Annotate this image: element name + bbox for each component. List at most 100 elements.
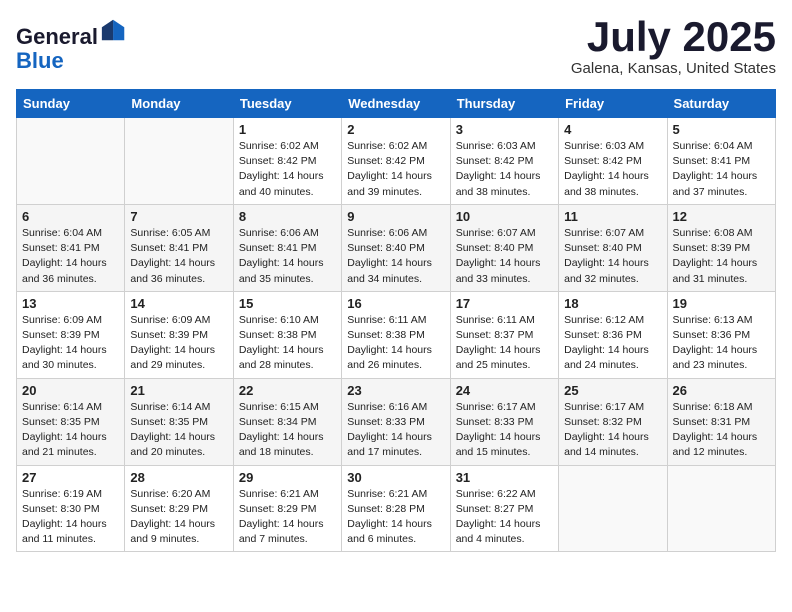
calendar-cell: 30 Sunrise: 6:21 AM Sunset: 8:28 PM Dayli… [342, 465, 450, 552]
calendar-header-row: SundayMondayTuesdayWednesdayThursdayFrid… [17, 90, 776, 118]
calendar-week-row: 1 Sunrise: 6:02 AM Sunset: 8:42 PM Daylig… [17, 118, 776, 205]
day-number: 13 [22, 296, 119, 311]
day-info: Sunrise: 6:17 AM Sunset: 8:32 PM Dayligh… [564, 400, 661, 461]
day-number: 18 [564, 296, 661, 311]
calendar-week-row: 6 Sunrise: 6:04 AM Sunset: 8:41 PM Daylig… [17, 204, 776, 291]
day-number: 3 [456, 122, 553, 137]
day-info: Sunrise: 6:21 AM Sunset: 8:29 PM Dayligh… [239, 487, 336, 548]
day-info: Sunrise: 6:15 AM Sunset: 8:34 PM Dayligh… [239, 400, 336, 461]
day-info: Sunrise: 6:10 AM Sunset: 8:38 PM Dayligh… [239, 313, 336, 374]
day-number: 24 [456, 383, 553, 398]
calendar-cell: 12Sunrise: 6:08 AM Sunset: 8:39 PM Dayli… [667, 204, 775, 291]
calendar-cell: 7Sunrise: 6:05 AM Sunset: 8:41 PM Daylig… [125, 204, 233, 291]
calendar-cell [667, 465, 775, 552]
weekday-header: Saturday [667, 90, 775, 118]
day-info: Sunrise: 6:06 AM Sunset: 8:40 PM Dayligh… [347, 226, 444, 287]
weekday-header: Thursday [450, 90, 558, 118]
day-number: 6 [22, 209, 119, 224]
logo-general: General [16, 24, 98, 49]
calendar-cell [559, 465, 667, 552]
day-info: Sunrise: 6:07 AM Sunset: 8:40 PM Dayligh… [456, 226, 553, 287]
day-info: Sunrise: 6:03 AM Sunset: 8:42 PM Dayligh… [564, 139, 661, 200]
day-info: Sunrise: 6:14 AM Sunset: 8:35 PM Dayligh… [22, 400, 119, 461]
day-number: 30 [347, 470, 444, 485]
calendar-cell: 16 Sunrise: 6:11 AM Sunset: 8:38 PM Dayli… [342, 291, 450, 378]
weekday-header: Monday [125, 90, 233, 118]
day-number: 12 [673, 209, 770, 224]
day-number: 8 [239, 209, 336, 224]
day-info: Sunrise: 6:20 AM Sunset: 8:29 PM Dayligh… [130, 487, 227, 548]
day-info: Sunrise: 6:17 AM Sunset: 8:33 PM Dayligh… [456, 400, 553, 461]
calendar-cell: 26 Sunrise: 6:18 AM Sunset: 8:31 PM Dayli… [667, 378, 775, 465]
day-info: Sunrise: 6:04 AM Sunset: 8:41 PM Dayligh… [22, 226, 119, 287]
day-number: 26 [673, 383, 770, 398]
logo: General Blue [16, 16, 128, 73]
logo-icon [100, 16, 128, 44]
calendar-cell: 6 Sunrise: 6:04 AM Sunset: 8:41 PM Daylig… [17, 204, 125, 291]
weekday-header: Wednesday [342, 90, 450, 118]
day-number: 2 [347, 122, 444, 137]
day-number: 25 [564, 383, 661, 398]
calendar-week-row: 13 Sunrise: 6:09 AM Sunset: 8:39 PM Dayli… [17, 291, 776, 378]
day-info: Sunrise: 6:09 AM Sunset: 8:39 PM Dayligh… [22, 313, 119, 374]
day-info: Sunrise: 6:11 AM Sunset: 8:38 PM Dayligh… [347, 313, 444, 374]
weekday-header: Sunday [17, 90, 125, 118]
day-info: Sunrise: 6:09 AM Sunset: 8:39 PM Dayligh… [130, 313, 227, 374]
day-number: 1 [239, 122, 336, 137]
day-number: 4 [564, 122, 661, 137]
day-info: Sunrise: 6:07 AM Sunset: 8:40 PM Dayligh… [564, 226, 661, 287]
calendar-cell: 11 Sunrise: 6:07 AM Sunset: 8:40 PM Dayli… [559, 204, 667, 291]
day-number: 28 [130, 470, 227, 485]
day-info: Sunrise: 6:19 AM Sunset: 8:30 PM Dayligh… [22, 487, 119, 548]
calendar-cell: 29 Sunrise: 6:21 AM Sunset: 8:29 PM Dayli… [233, 465, 341, 552]
calendar-cell: 21Sunrise: 6:14 AM Sunset: 8:35 PM Dayli… [125, 378, 233, 465]
day-number: 20 [22, 383, 119, 398]
calendar-cell: 17Sunrise: 6:11 AM Sunset: 8:37 PM Dayli… [450, 291, 558, 378]
calendar-table: SundayMondayTuesdayWednesdayThursdayFrid… [16, 89, 776, 552]
calendar-cell: 3 Sunrise: 6:03 AM Sunset: 8:42 PM Daylig… [450, 118, 558, 205]
day-number: 9 [347, 209, 444, 224]
day-number: 31 [456, 470, 553, 485]
calendar-cell: 24 Sunrise: 6:17 AM Sunset: 8:33 PM Dayli… [450, 378, 558, 465]
day-info: Sunrise: 6:18 AM Sunset: 8:31 PM Dayligh… [673, 400, 770, 461]
calendar-cell [125, 118, 233, 205]
day-info: Sunrise: 6:14 AM Sunset: 8:35 PM Dayligh… [130, 400, 227, 461]
calendar-cell: 31Sunrise: 6:22 AM Sunset: 8:27 PM Dayli… [450, 465, 558, 552]
day-number: 19 [673, 296, 770, 311]
page-header: General Blue July 2025 Galena, Kansas, U… [16, 16, 776, 77]
day-info: Sunrise: 6:13 AM Sunset: 8:36 PM Dayligh… [673, 313, 770, 374]
day-info: Sunrise: 6:03 AM Sunset: 8:42 PM Dayligh… [456, 139, 553, 200]
day-info: Sunrise: 6:16 AM Sunset: 8:33 PM Dayligh… [347, 400, 444, 461]
calendar-cell: 20 Sunrise: 6:14 AM Sunset: 8:35 PM Dayli… [17, 378, 125, 465]
calendar-cell [17, 118, 125, 205]
day-number: 23 [347, 383, 444, 398]
weekday-header: Tuesday [233, 90, 341, 118]
calendar-cell: 4 Sunrise: 6:03 AM Sunset: 8:42 PM Daylig… [559, 118, 667, 205]
calendar-cell: 10 Sunrise: 6:07 AM Sunset: 8:40 PM Dayli… [450, 204, 558, 291]
day-number: 11 [564, 209, 661, 224]
day-info: Sunrise: 6:05 AM Sunset: 8:41 PM Dayligh… [130, 226, 227, 287]
calendar-cell: 5Sunrise: 6:04 AM Sunset: 8:41 PM Daylig… [667, 118, 775, 205]
day-number: 10 [456, 209, 553, 224]
calendar-cell: 15 Sunrise: 6:10 AM Sunset: 8:38 PM Dayli… [233, 291, 341, 378]
calendar-cell: 1 Sunrise: 6:02 AM Sunset: 8:42 PM Daylig… [233, 118, 341, 205]
calendar-week-row: 20 Sunrise: 6:14 AM Sunset: 8:35 PM Dayli… [17, 378, 776, 465]
day-number: 29 [239, 470, 336, 485]
calendar-cell: 13 Sunrise: 6:09 AM Sunset: 8:39 PM Dayli… [17, 291, 125, 378]
day-number: 27 [22, 470, 119, 485]
calendar-cell: 22 Sunrise: 6:15 AM Sunset: 8:34 PM Dayli… [233, 378, 341, 465]
title-block: July 2025 Galena, Kansas, United States [571, 16, 776, 77]
calendar-cell: 9 Sunrise: 6:06 AM Sunset: 8:40 PM Daylig… [342, 204, 450, 291]
day-number: 15 [239, 296, 336, 311]
month-title: July 2025 [571, 16, 776, 58]
calendar-cell: 28 Sunrise: 6:20 AM Sunset: 8:29 PM Dayli… [125, 465, 233, 552]
calendar-week-row: 27 Sunrise: 6:19 AM Sunset: 8:30 PM Dayli… [17, 465, 776, 552]
day-info: Sunrise: 6:21 AM Sunset: 8:28 PM Dayligh… [347, 487, 444, 548]
day-info: Sunrise: 6:04 AM Sunset: 8:41 PM Dayligh… [673, 139, 770, 200]
day-number: 16 [347, 296, 444, 311]
day-info: Sunrise: 6:12 AM Sunset: 8:36 PM Dayligh… [564, 313, 661, 374]
day-number: 14 [130, 296, 227, 311]
day-number: 22 [239, 383, 336, 398]
day-info: Sunrise: 6:02 AM Sunset: 8:42 PM Dayligh… [239, 139, 336, 200]
calendar-cell: 8Sunrise: 6:06 AM Sunset: 8:41 PM Daylig… [233, 204, 341, 291]
